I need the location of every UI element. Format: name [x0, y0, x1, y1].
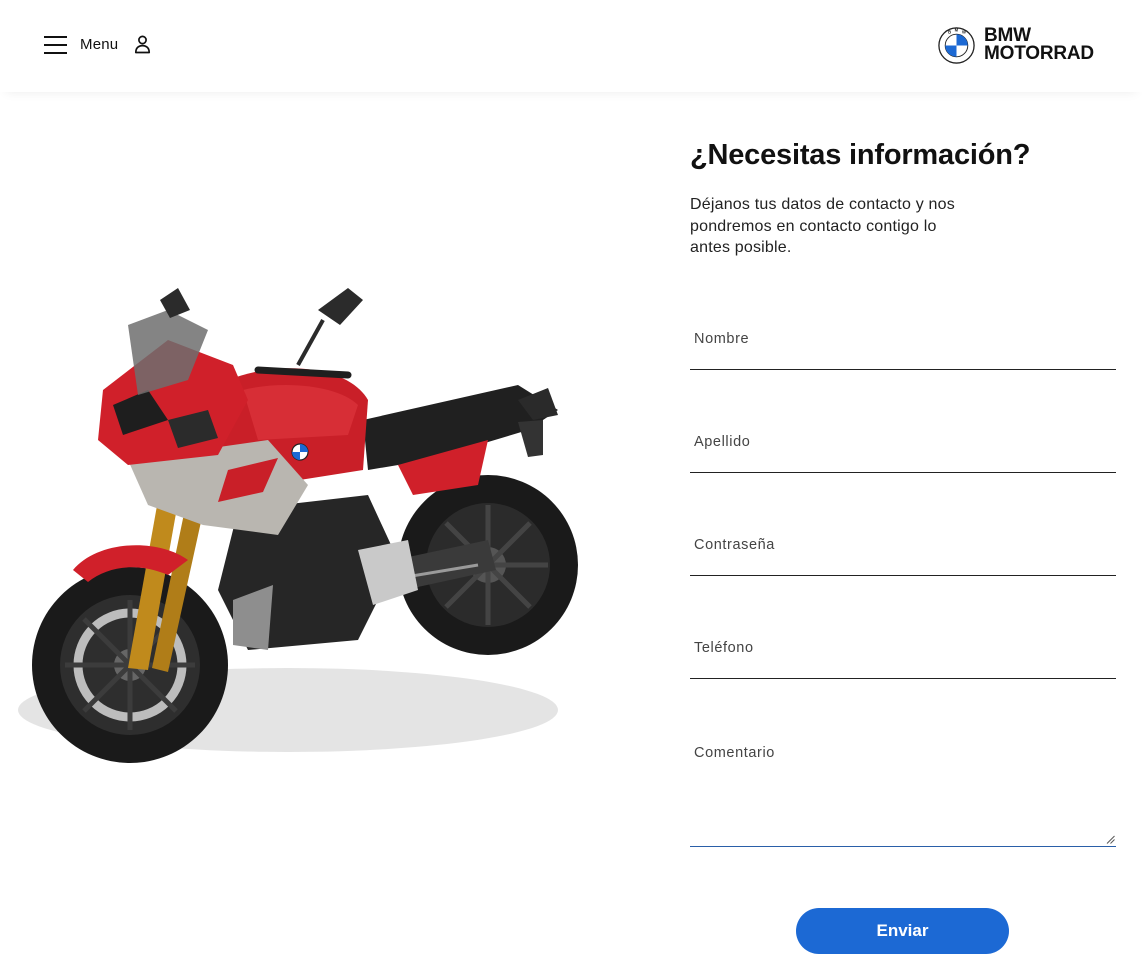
- site-header: Menu B M W BMW MOTORRAD: [0, 0, 1142, 92]
- nombre-input[interactable]: [690, 322, 1116, 369]
- logo-text: BMW MOTORRAD: [984, 25, 1094, 64]
- telefono-input[interactable]: [690, 631, 1116, 678]
- comentario-textarea[interactable]: [690, 736, 1116, 846]
- bmw-motorrad-logo[interactable]: B M W BMW MOTORRAD: [938, 26, 1108, 66]
- apellido-input[interactable]: [690, 425, 1116, 472]
- bmw-roundel-icon: B M W: [938, 27, 975, 64]
- form-subtitle: Déjanos tus datos de contacto y nos pond…: [690, 196, 955, 256]
- contact-form-section: ¿Necesitas información? Déjanos tus dato…: [690, 138, 1116, 954]
- user-icon[interactable]: [134, 35, 151, 54]
- motorcycle-image: [18, 288, 578, 763]
- svg-text:W: W: [962, 29, 966, 34]
- telefono-field: [690, 631, 1116, 679]
- hamburger-icon[interactable]: [44, 36, 67, 54]
- page-title: ¿Necesitas información?: [690, 139, 1031, 171]
- svg-text:M: M: [955, 28, 959, 33]
- password-input[interactable]: [690, 528, 1116, 575]
- menu-button[interactable]: Menu: [80, 36, 118, 53]
- enviar-button[interactable]: Enviar: [796, 908, 1009, 954]
- svg-text:B: B: [948, 29, 951, 34]
- apellido-field: [690, 425, 1116, 473]
- comentario-field: [690, 736, 1116, 847]
- password-field: [690, 528, 1116, 576]
- nombre-field: [690, 322, 1116, 370]
- resize-grip-icon[interactable]: [1106, 835, 1115, 844]
